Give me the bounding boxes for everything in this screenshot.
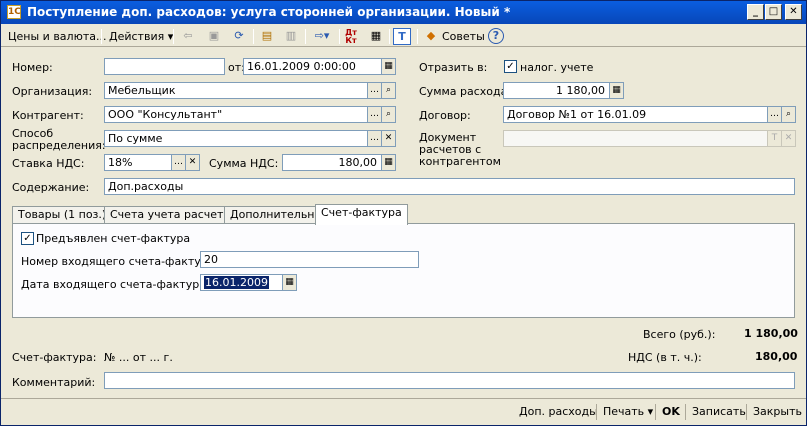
minimize-button[interactable]: _ [747, 4, 764, 20]
contract-field[interactable]: Договор №1 от 16.01.09 [503, 106, 768, 123]
close-button[interactable]: ✕ [785, 4, 802, 20]
tab-invoice[interactable]: Счет-фактура [315, 204, 408, 225]
refresh-icon[interactable]: ⟳ [230, 28, 248, 45]
total-value: 1 180,00 [744, 327, 798, 340]
select-ellipsis-icon[interactable]: … [767, 106, 782, 123]
distribution-field[interactable]: По сумме [104, 130, 368, 147]
title-bar[interactable]: 1C Поступление доп. расходов: услуга сто… [1, 1, 806, 24]
invoice-footer-link[interactable]: № ... от ... г. [104, 351, 173, 364]
toolbar-separator [173, 29, 174, 44]
content-label: Содержание: [12, 181, 90, 194]
clear-icon[interactable]: ✕ [381, 130, 396, 147]
toolbar: Цены и валюта... Действия ▾ ⇦ ▣ ⟳ ▤ ▥ ⇨▾… [1, 25, 806, 47]
clear-icon[interactable]: ✕ [781, 130, 796, 147]
distribution-label-line2: распределения: [12, 139, 106, 152]
additional-expenses-button[interactable]: Доп. расходы [519, 405, 598, 419]
actions-menu[interactable]: Действия ▾ [109, 28, 173, 45]
tab-settlement-accounts[interactable]: Счета учета расчетов [104, 206, 243, 224]
clear-icon[interactable]: ✕ [185, 154, 200, 171]
vat-included-label: НДС (в т. ч.): [628, 351, 702, 364]
search-icon[interactable]: ⌕ [781, 106, 796, 123]
tab-goods[interactable]: Товары (1 поз.) [12, 206, 113, 224]
settlement-doc-label-line3: контрагентом [419, 155, 501, 168]
vat-rate-field[interactable]: 18% [104, 154, 172, 171]
structure-tree-icon[interactable]: T [393, 28, 411, 45]
toolbar-separator [417, 29, 418, 44]
type-icon[interactable]: T [767, 130, 782, 147]
toolbar-separator [389, 29, 390, 44]
incoming-invoice-date-label: Дата входящего счета-фактуры: [21, 278, 212, 291]
organization-label: Организация: [12, 85, 93, 98]
calendar-icon[interactable]: ▦ [381, 58, 396, 75]
counterparty-field[interactable]: ООО "Консультант" [104, 106, 368, 123]
document-window: 1C Поступление доп. расходов: услуга сто… [0, 0, 807, 426]
number-label: Номер: [12, 61, 53, 74]
prices-currency-button[interactable]: Цены и валюта... [8, 28, 106, 45]
invoice-footer-label: Счет-фактура: [12, 351, 97, 364]
window-title: Поступление доп. расходов: услуга сторон… [27, 5, 511, 19]
incoming-invoice-number-field[interactable]: 20 [200, 251, 419, 268]
tax-accounting-label: налог. учете [520, 61, 594, 74]
save-button[interactable]: Записать [692, 405, 746, 419]
counterparty-label: Контрагент: [12, 109, 84, 122]
content-field[interactable]: Доп.расходы [104, 178, 795, 195]
bottom-separator [746, 404, 747, 420]
calculator-icon[interactable]: ▦ [609, 82, 624, 99]
app-icon: 1C [7, 5, 21, 19]
total-label: Всего (руб.): [643, 328, 716, 341]
report-icon[interactable]: ▦ [367, 28, 385, 45]
reflect-in-label: Отразить в: [419, 61, 488, 74]
close-form-button[interactable]: Закрыть [753, 405, 802, 419]
create-based-on-icon[interactable]: ⇨▾ [308, 28, 336, 45]
select-ellipsis-icon[interactable]: … [367, 82, 382, 99]
expense-sum-field[interactable]: 1 180,00 [503, 82, 610, 99]
select-ellipsis-icon[interactable]: … [367, 130, 382, 147]
tips-icon[interactable]: ◆ [422, 28, 440, 45]
incoming-invoice-number-label: Номер входящего счета-фактуры: [21, 255, 221, 268]
comment-field[interactable] [104, 372, 795, 389]
settlement-doc-field[interactable] [503, 130, 768, 147]
calendar-icon[interactable]: ▦ [282, 274, 297, 291]
toolbar-separator [305, 29, 306, 44]
invoice-tab-panel: ✓ Предъявлен счет-фактура Номер входящег… [12, 223, 795, 318]
contract-label: Договор: [419, 109, 471, 122]
help-icon[interactable]: ? [488, 28, 504, 44]
bottom-separator [596, 404, 597, 420]
maximize-button[interactable]: □ [765, 4, 782, 20]
invoice-presented-label: Предъявлен счет-фактура [36, 232, 191, 245]
vat-sum-label: Сумма НДС: [209, 157, 279, 170]
comment-label: Комментарий: [12, 376, 96, 389]
structure-icon[interactable]: ▣ [205, 28, 223, 45]
tax-accounting-checkbox[interactable]: ✓ [504, 60, 517, 73]
number-field[interactable] [104, 58, 225, 75]
bottom-separator [655, 404, 656, 420]
arrow-left-icon[interactable]: ⇦ [179, 28, 197, 45]
bottom-bar: Доп. расходы Печать ▾ OK Записать Закрыт… [1, 398, 806, 426]
print-menu-button[interactable]: Печать ▾ [603, 405, 653, 419]
incoming-invoice-date-field[interactable]: 16.01.2009 [200, 274, 283, 291]
toolbar-separator [253, 29, 254, 44]
calculator-icon[interactable]: ▦ [381, 154, 396, 171]
ok-button[interactable]: OK [662, 405, 680, 419]
tab-additional[interactable]: Дополнительно [224, 206, 328, 224]
organization-field[interactable]: Мебельщик [104, 82, 368, 99]
toolbar-separator [101, 29, 102, 44]
search-icon[interactable]: ⌕ [381, 82, 396, 99]
invoice-presented-checkbox[interactable]: ✓ [21, 232, 34, 245]
date-field[interactable]: 16.01.2009 0:00:00 [243, 58, 382, 75]
toolbar-separator [339, 29, 340, 44]
incoming-invoice-date-value: 16.01.2009 [204, 276, 269, 289]
unpost-document-icon[interactable]: ▥ [282, 28, 300, 45]
search-icon[interactable]: ⌕ [381, 106, 396, 123]
select-ellipsis-icon[interactable]: … [171, 154, 186, 171]
bottom-separator [685, 404, 686, 420]
select-ellipsis-icon[interactable]: … [367, 106, 382, 123]
post-document-icon[interactable]: ▤ [258, 28, 276, 45]
vat-sum-field[interactable]: 180,00 [282, 154, 382, 171]
tips-button[interactable]: Советы [442, 28, 485, 45]
vat-included-value: 180,00 [755, 350, 798, 363]
dt-kt-icon[interactable]: Дт Кт [342, 28, 360, 45]
expense-sum-label: Сумма расхода: [419, 85, 512, 98]
vat-rate-label: Ставка НДС: [12, 157, 85, 170]
